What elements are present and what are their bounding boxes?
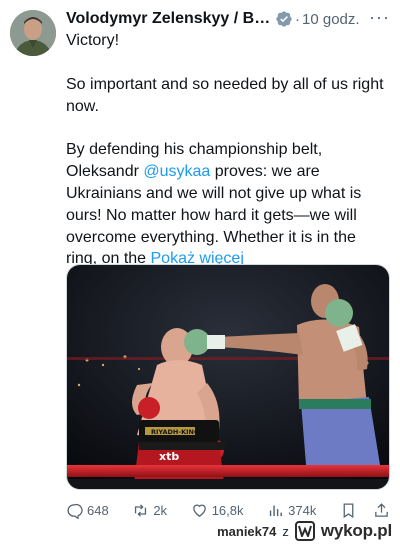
views-count: 374k (288, 502, 317, 518)
avatar[interactable] (10, 10, 56, 56)
wykop-logo-icon (294, 521, 315, 541)
like-button[interactable]: 16,8k (191, 502, 244, 519)
boxing-photo: RIYADH-KING xtb (67, 265, 389, 489)
bookmark-button[interactable] (340, 502, 357, 519)
watermark-user: maniek74 (217, 523, 277, 539)
repost-button[interactable]: 2k (132, 502, 167, 519)
wykop-watermark: maniek74 z wykop.pl (217, 520, 392, 542)
tweet-text: Victory! So important and so needed by a… (66, 30, 386, 270)
tweet-paragraph-2: So important and so needed by all of us … (66, 75, 384, 115)
header-separator: · (295, 10, 300, 28)
action-bar-right (340, 502, 390, 519)
repost-count: 2k (153, 502, 168, 518)
reply-count: 648 (87, 502, 109, 518)
watermark-brand: wykop.pl (320, 521, 392, 540)
repost-icon (135, 503, 147, 517)
verified-badge-icon (276, 11, 292, 27)
reply-icon (67, 503, 83, 519)
tweet-header: Volodymyr Zelenskyy / Bo... · 10 godz. ·… (66, 6, 390, 30)
action-bar: 648 2k 16,8k 374k (66, 500, 390, 520)
share-button[interactable] (373, 502, 390, 519)
more-options-icon[interactable]: ··· (369, 6, 390, 28)
watermark-preposition: z (282, 523, 289, 539)
share-icon (375, 502, 388, 517)
tweet-paragraph-3: By defending his championship belt, Olek… (66, 139, 386, 270)
shorts-logo: xtb (159, 450, 179, 463)
mention-link[interactable]: @usykaa (143, 163, 210, 180)
timestamp[interactable]: 10 godz. (302, 11, 360, 28)
author-name[interactable]: Volodymyr Zelenskyy / Bo... (66, 10, 271, 28)
bookmark-icon (343, 502, 354, 518)
avatar-photo (10, 10, 56, 56)
tweet-paragraph-1: Victory! (66, 32, 120, 49)
tweet-media-photo[interactable]: RIYADH-KING xtb (66, 264, 390, 490)
heart-icon (192, 504, 206, 517)
reply-button[interactable]: 648 (66, 502, 109, 519)
belt-banner-text: RIYADH-KING (151, 428, 199, 436)
views-button[interactable]: 374k (267, 502, 316, 519)
like-count: 16,8k (211, 502, 244, 518)
views-chart-icon (269, 505, 282, 516)
